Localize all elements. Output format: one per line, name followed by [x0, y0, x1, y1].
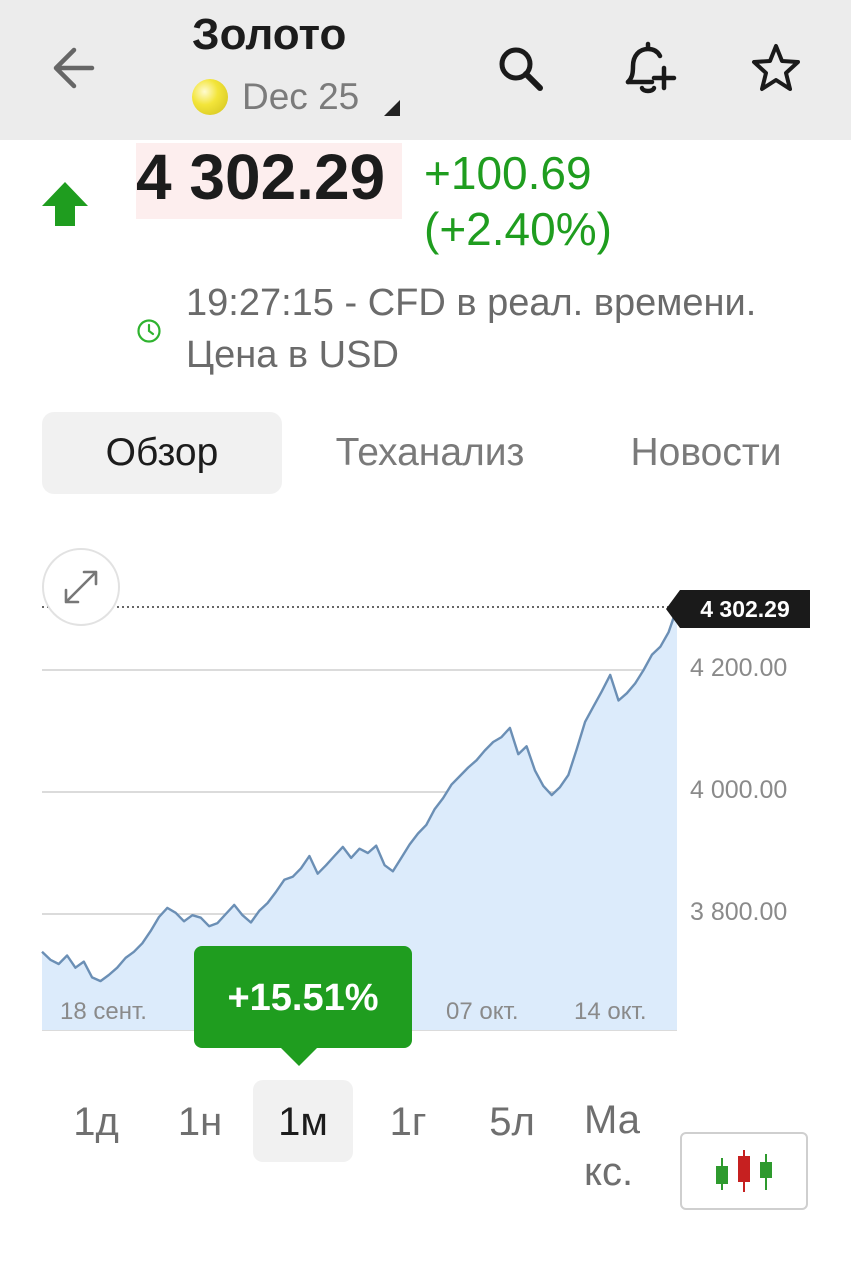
clock-icon: [137, 319, 161, 343]
candlestick-icon: [716, 1150, 772, 1192]
x-tick-label: 07 окт.: [446, 998, 519, 1025]
favorite-button[interactable]: [746, 38, 806, 98]
range-1w[interactable]: 1н: [160, 1080, 240, 1162]
back-button[interactable]: [44, 38, 104, 98]
last-price: 4 302.29: [136, 141, 386, 213]
period-change-badge: +15.51%: [194, 946, 412, 1066]
x-tick-label: 14 окт.: [574, 998, 647, 1025]
y-tick-label: 4 200.00: [690, 654, 788, 682]
last-price-tag: 4 302.29: [666, 590, 810, 628]
range-1m[interactable]: 1м: [253, 1080, 353, 1162]
expand-chart-button[interactable]: [42, 548, 120, 626]
search-button[interactable]: [490, 38, 550, 98]
y-tick-label: 4 000.00: [690, 776, 788, 804]
star-icon: [752, 44, 800, 91]
y-tick-label: 3 800.00: [690, 898, 788, 926]
trend-up-icon: [42, 182, 88, 226]
price-change-percent: (+2.40%): [424, 203, 612, 255]
contract-label: Dec 25: [242, 76, 360, 117]
currency-note: Цена в USD: [186, 334, 399, 376]
range-5y[interactable]: 5л: [472, 1080, 552, 1162]
range-1d[interactable]: 1д: [56, 1080, 136, 1162]
range-max[interactable]: Макс.: [584, 1094, 644, 1198]
tab-news[interactable]: Новости: [594, 412, 818, 494]
tab-overview[interactable]: Обзор: [42, 412, 282, 494]
bell-plus-icon: [625, 41, 677, 94]
caret-down-icon[interactable]: [384, 100, 400, 116]
x-tick-label: 18 сент.: [60, 998, 147, 1025]
realtime-status: 19:27:15 - CFD в реал. времени.: [186, 282, 757, 324]
tab-technical-analysis[interactable]: Теханализ: [300, 412, 560, 494]
candlestick-toggle-button[interactable]: [680, 1132, 808, 1210]
contract-selector[interactable]: Dec 25: [192, 74, 359, 120]
add-alert-button[interactable]: [618, 38, 678, 98]
gold-coin-icon: [192, 79, 228, 115]
price-change: +100.69: [424, 147, 592, 199]
search-icon: [499, 47, 543, 91]
top-app-bar: [0, 0, 851, 140]
instrument-title: Золото: [192, 10, 347, 59]
expand-icon: [64, 570, 98, 604]
range-1y[interactable]: 1г: [368, 1080, 448, 1162]
arrow-left-icon: [53, 47, 95, 89]
